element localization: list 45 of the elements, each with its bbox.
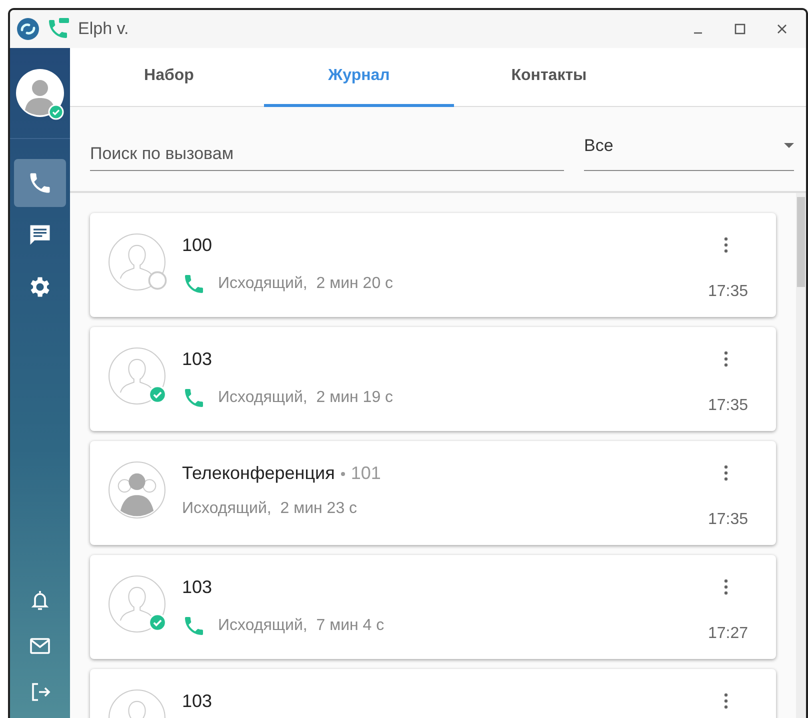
call-time: 17:35 bbox=[708, 283, 748, 301]
more-options-icon[interactable] bbox=[724, 465, 728, 481]
search-field[interactable]: Поиск по вызовам bbox=[90, 140, 564, 171]
group-avatar-icon bbox=[108, 461, 166, 519]
scrollbar-thumb[interactable] bbox=[797, 197, 805, 287]
more-options-icon[interactable] bbox=[724, 579, 728, 595]
sip-phone-icon bbox=[46, 17, 70, 41]
call-time: 17:35 bbox=[708, 397, 748, 415]
more-options-icon[interactable] bbox=[724, 693, 728, 709]
maximize-icon bbox=[734, 23, 746, 35]
app-logo-icon bbox=[16, 17, 40, 41]
call-card[interactable]: 100 Исходящий, 2 мин 20 с 17:35 bbox=[90, 213, 776, 317]
caller-name: 100 bbox=[182, 235, 212, 256]
call-card[interactable]: 103 bbox=[90, 669, 776, 718]
call-time: 17:35 bbox=[708, 511, 748, 529]
call-details: Исходящий, 7 мин 4 с bbox=[218, 617, 384, 635]
call-card[interactable]: Телеконференция 101 Исходящий, 2 мин 23 с 17:35 bbox=[90, 441, 776, 545]
caller-name: 103 bbox=[182, 691, 212, 712]
person-avatar-icon bbox=[108, 575, 166, 633]
caller-number: 101 bbox=[340, 463, 381, 484]
close-icon bbox=[776, 23, 788, 35]
call-card[interactable]: 103 Исходящий, 2 мин 19 с 17:35 bbox=[90, 327, 776, 431]
phone-nav-button[interactable] bbox=[14, 159, 66, 207]
person-avatar-icon bbox=[108, 347, 166, 405]
tab[interactable]: Контакты bbox=[454, 48, 644, 107]
call-card[interactable]: 103 Исходящий, 7 мин 4 с 17:27 bbox=[90, 555, 776, 659]
phone-icon bbox=[182, 272, 206, 296]
call-time: 17:27 bbox=[708, 625, 748, 643]
caller-name: Телеконференция bbox=[182, 463, 335, 484]
tab[interactable]: Набор bbox=[74, 48, 264, 107]
user-avatar-icon[interactable] bbox=[16, 69, 64, 117]
phone-icon bbox=[182, 614, 206, 638]
more-options-icon[interactable] bbox=[724, 237, 728, 253]
call-details: Исходящий, 2 мин 23 с bbox=[182, 500, 358, 518]
dropdown-caret-icon bbox=[784, 143, 794, 149]
minimize-icon bbox=[694, 32, 702, 34]
call-details: Исходящий, 2 мин 20 с bbox=[218, 275, 394, 293]
more-options-icon[interactable] bbox=[724, 351, 728, 367]
caller-name: 103 bbox=[182, 349, 212, 370]
filter-dropdown[interactable]: Все bbox=[584, 132, 794, 171]
call-details: Исходящий, 2 мин 19 с bbox=[218, 389, 394, 407]
caller-name: 103 bbox=[182, 577, 212, 598]
person-avatar-icon bbox=[108, 233, 166, 291]
window-title: Elph v. bbox=[78, 19, 129, 39]
phone-icon bbox=[182, 386, 206, 410]
